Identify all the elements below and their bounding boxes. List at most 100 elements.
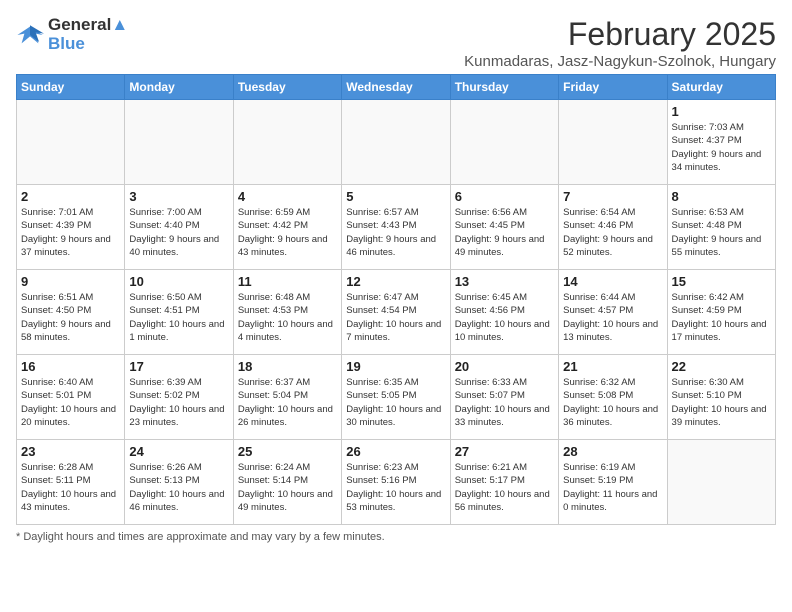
day-number: 4 [238,189,337,204]
page-header: General▲ Blue February 2025 Kunmadaras, … [16,16,776,70]
month-year: February 2025 [464,16,776,53]
day-info: Sunrise: 6:28 AM Sunset: 5:11 PM Dayligh… [21,461,120,514]
day-info: Sunrise: 6:33 AM Sunset: 5:07 PM Dayligh… [455,376,554,429]
week-row-0: 1 Sunrise: 7:03 AM Sunset: 4:37 PM Daylig… [17,100,776,185]
day-number: 24 [129,444,228,459]
day-cell: 1 Sunrise: 7:03 AM Sunset: 4:37 PM Daylig… [667,100,775,185]
day-info: Sunrise: 6:26 AM Sunset: 5:13 PM Dayligh… [129,461,228,514]
day-info: Sunrise: 6:50 AM Sunset: 4:51 PM Dayligh… [129,291,228,344]
day-number: 11 [238,274,337,289]
day-number: 20 [455,359,554,374]
day-cell: 8Sunrise: 6:53 AM Sunset: 4:48 PM Daylig… [667,185,775,270]
day-info: Sunrise: 7:01 AM Sunset: 4:39 PM Dayligh… [21,206,120,259]
day-cell: 2 Sunrise: 7:01 AM Sunset: 4:39 PM Daylig… [17,185,125,270]
title-block: February 2025 Kunmadaras, Jasz-Nagykun-S… [464,16,776,70]
day-number: 6 [455,189,554,204]
day-cell: 11 Sunrise: 6:48 AM Sunset: 4:53 PM Dayli… [233,270,341,355]
day-cell: 5 Sunrise: 6:57 AM Sunset: 4:43 PM Daylig… [342,185,450,270]
day-info: Sunrise: 6:47 AM Sunset: 4:54 PM Dayligh… [346,291,445,344]
day-info: Sunrise: 6:30 AM Sunset: 5:10 PM Dayligh… [672,376,771,429]
day-info: Sunrise: 6:19 AM Sunset: 5:19 PM Dayligh… [563,461,662,514]
day-number: 15 [672,274,771,289]
day-header-row: SundayMondayTuesdayWednesdayThursdayFrid… [17,75,776,100]
day-number: 22 [672,359,771,374]
day-cell: 22 Sunrise: 6:30 AM Sunset: 5:10 PM Dayli… [667,355,775,440]
day-number: 27 [455,444,554,459]
day-info: Sunrise: 6:59 AM Sunset: 4:42 PM Dayligh… [238,206,337,259]
day-info: Sunrise: 6:56 AM Sunset: 4:45 PM Dayligh… [455,206,554,259]
day-header-monday: Monday [125,75,233,100]
day-number: 3 [129,189,228,204]
day-number: 1 [672,104,771,119]
day-header-saturday: Saturday [667,75,775,100]
day-cell: 16Sunrise: 6:40 AM Sunset: 5:01 PM Dayli… [17,355,125,440]
day-cell: 28Sunrise: 6:19 AM Sunset: 5:19 PM Dayli… [559,440,667,525]
day-info: Sunrise: 6:45 AM Sunset: 4:56 PM Dayligh… [455,291,554,344]
day-header-thursday: Thursday [450,75,558,100]
day-cell [667,440,775,525]
day-number: 26 [346,444,445,459]
day-number: 12 [346,274,445,289]
day-info: Sunrise: 7:03 AM Sunset: 4:37 PM Dayligh… [672,121,771,174]
week-row-4: 23 Sunrise: 6:28 AM Sunset: 5:11 PM Dayli… [17,440,776,525]
day-number: 8 [672,189,771,204]
day-cell [559,100,667,185]
day-cell: 25 Sunrise: 6:24 AM Sunset: 5:14 PM Dayli… [233,440,341,525]
day-cell: 27Sunrise: 6:21 AM Sunset: 5:17 PM Dayli… [450,440,558,525]
day-cell: 26 Sunrise: 6:23 AM Sunset: 5:16 PM Dayli… [342,440,450,525]
day-info: Sunrise: 6:32 AM Sunset: 5:08 PM Dayligh… [563,376,662,429]
week-row-2: 9 Sunrise: 6:51 AM Sunset: 4:50 PM Daylig… [17,270,776,355]
day-number: 13 [455,274,554,289]
day-header-tuesday: Tuesday [233,75,341,100]
day-number: 10 [129,274,228,289]
day-cell: 9 Sunrise: 6:51 AM Sunset: 4:50 PM Daylig… [17,270,125,355]
day-cell: 17Sunrise: 6:39 AM Sunset: 5:02 PM Dayli… [125,355,233,440]
day-cell: 23 Sunrise: 6:28 AM Sunset: 5:11 PM Dayli… [17,440,125,525]
day-cell: 3 Sunrise: 7:00 AM Sunset: 4:40 PM Daylig… [125,185,233,270]
day-cell: 7Sunrise: 6:54 AM Sunset: 4:46 PM Daylig… [559,185,667,270]
day-header-wednesday: Wednesday [342,75,450,100]
day-cell [125,100,233,185]
logo-icon [16,21,44,49]
day-info: Sunrise: 6:51 AM Sunset: 4:50 PM Dayligh… [21,291,120,344]
day-info: Sunrise: 6:37 AM Sunset: 5:04 PM Dayligh… [238,376,337,429]
day-number: 14 [563,274,662,289]
day-number: 25 [238,444,337,459]
day-number: 16 [21,359,120,374]
day-cell: 20 Sunrise: 6:33 AM Sunset: 5:07 PM Dayli… [450,355,558,440]
day-number: 18 [238,359,337,374]
day-info: Sunrise: 6:54 AM Sunset: 4:46 PM Dayligh… [563,206,662,259]
day-header-friday: Friday [559,75,667,100]
day-cell: 6 Sunrise: 6:56 AM Sunset: 4:45 PM Daylig… [450,185,558,270]
day-cell: 19 Sunrise: 6:35 AM Sunset: 5:05 PM Dayli… [342,355,450,440]
week-row-1: 2 Sunrise: 7:01 AM Sunset: 4:39 PM Daylig… [17,185,776,270]
footer-note: * Daylight hours and times are approxima… [16,531,776,543]
day-number: 17 [129,359,228,374]
day-info: Sunrise: 6:48 AM Sunset: 4:53 PM Dayligh… [238,291,337,344]
day-info: Sunrise: 6:57 AM Sunset: 4:43 PM Dayligh… [346,206,445,259]
day-number: 2 [21,189,120,204]
day-info: Sunrise: 6:23 AM Sunset: 5:16 PM Dayligh… [346,461,445,514]
day-cell: 18 Sunrise: 6:37 AM Sunset: 5:04 PM Dayli… [233,355,341,440]
day-cell: 14Sunrise: 6:44 AM Sunset: 4:57 PM Dayli… [559,270,667,355]
day-number: 19 [346,359,445,374]
day-info: Sunrise: 6:35 AM Sunset: 5:05 PM Dayligh… [346,376,445,429]
day-cell: 13 Sunrise: 6:45 AM Sunset: 4:56 PM Dayli… [450,270,558,355]
day-number: 5 [346,189,445,204]
day-number: 21 [563,359,662,374]
day-cell [342,100,450,185]
day-cell: 4 Sunrise: 6:59 AM Sunset: 4:42 PM Daylig… [233,185,341,270]
day-info: Sunrise: 6:42 AM Sunset: 4:59 PM Dayligh… [672,291,771,344]
logo: General▲ Blue [16,16,128,53]
footer-text: Daylight hours [23,531,93,543]
week-row-3: 16Sunrise: 6:40 AM Sunset: 5:01 PM Dayli… [17,355,776,440]
day-number: 23 [21,444,120,459]
day-cell: 21 Sunrise: 6:32 AM Sunset: 5:08 PM Dayli… [559,355,667,440]
location: Kunmadaras, Jasz-Nagykun-Szolnok, Hungar… [464,53,776,70]
day-info: Sunrise: 6:24 AM Sunset: 5:14 PM Dayligh… [238,461,337,514]
day-cell: 15 Sunrise: 6:42 AM Sunset: 4:59 PM Dayli… [667,270,775,355]
day-cell [17,100,125,185]
day-cell: 10 Sunrise: 6:50 AM Sunset: 4:51 PM Dayli… [125,270,233,355]
day-info: Sunrise: 7:00 AM Sunset: 4:40 PM Dayligh… [129,206,228,259]
day-number: 9 [21,274,120,289]
